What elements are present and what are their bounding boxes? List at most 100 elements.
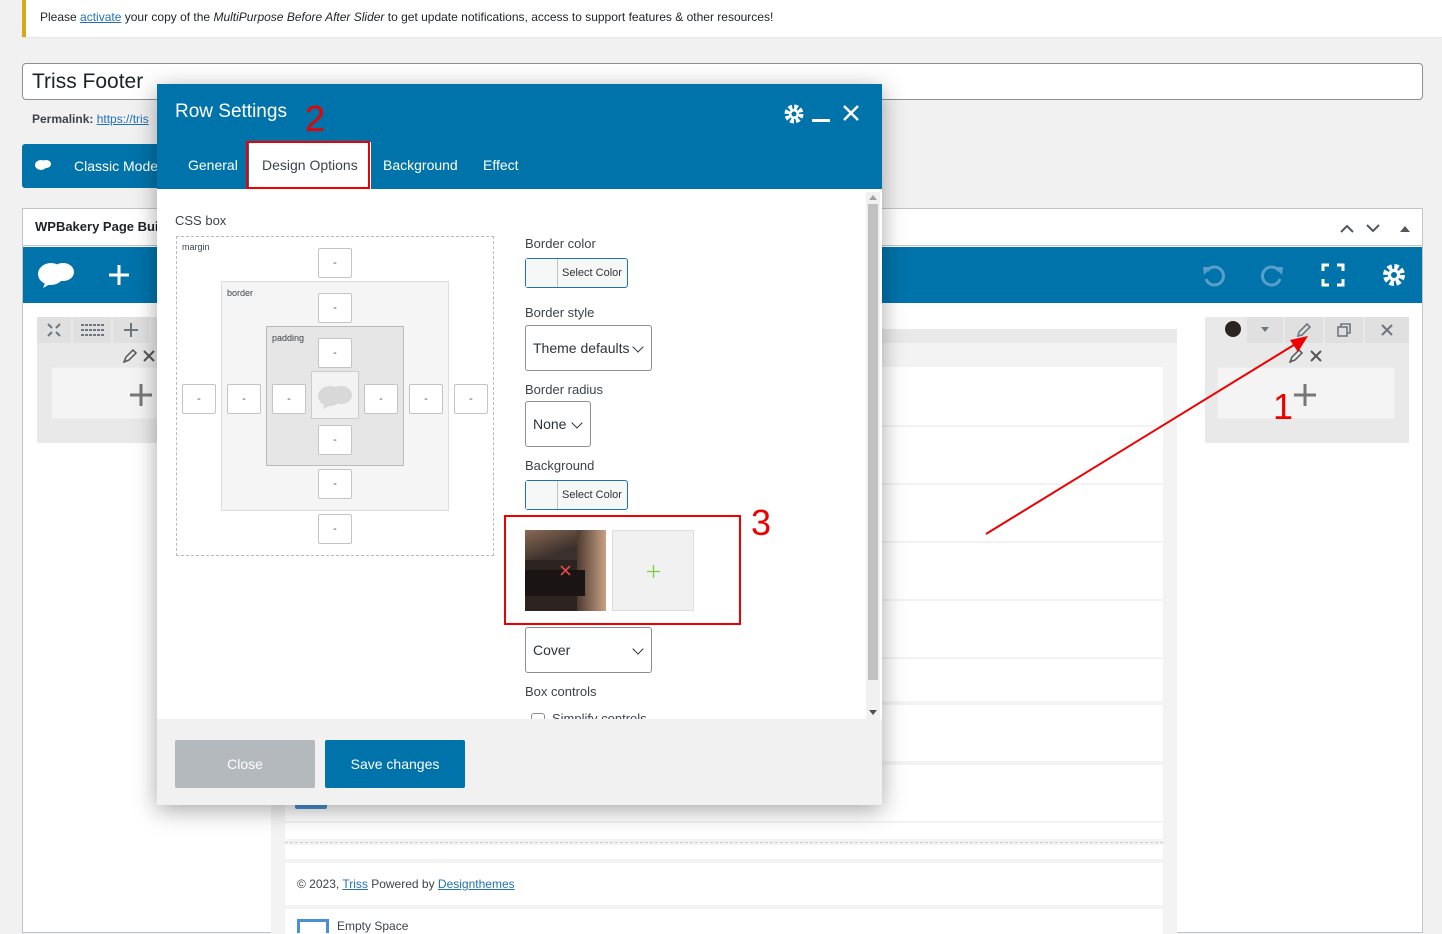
gear-icon[interactable]: [783, 103, 805, 125]
permalink: Permalink: https://tris: [32, 112, 149, 126]
row-clone-button[interactable]: [1325, 317, 1363, 343]
annotation-number-2: 2: [305, 98, 326, 139]
css-box-content: [311, 371, 359, 419]
triss-link[interactable]: Triss: [342, 877, 368, 891]
wpbakery-logo-icon: [318, 386, 352, 409]
copyright-block: © 2023, Triss Powered by Designthemes: [285, 863, 1163, 905]
classic-mode-button[interactable]: Classic Mode: [22, 144, 162, 188]
add-element-icon: [130, 384, 152, 406]
tab-background[interactable]: Background: [370, 142, 471, 189]
color-swatch: [526, 259, 558, 287]
padding-label: padding: [272, 333, 305, 343]
settings-gear-icon[interactable]: [1381, 262, 1407, 288]
border-color-button[interactable]: Select Color: [525, 258, 628, 288]
close-button[interactable]: Close: [175, 740, 315, 788]
undo-icon[interactable]: [1201, 263, 1225, 287]
border-left-input[interactable]: -: [227, 384, 261, 414]
scrollbar-thumb[interactable]: [868, 204, 878, 680]
padding-bottom-input[interactable]: -: [318, 425, 352, 455]
notice-product: MultiPurpose Before After Slider: [213, 10, 385, 24]
chevron-down-icon: [632, 643, 644, 655]
row-delete-button[interactable]: [1365, 317, 1409, 343]
activate-link[interactable]: activate: [80, 10, 121, 24]
modal-title: Row Settings: [175, 101, 287, 122]
simplify-controls-label: Simplify controls: [552, 711, 647, 719]
notice-middle: your copy of the: [121, 10, 214, 24]
border-radius-select[interactable]: None: [525, 401, 591, 447]
tab-general[interactable]: General: [175, 142, 251, 189]
modal-body: CSS box margin border padding - - - - - …: [157, 189, 882, 719]
layout-icon: [81, 324, 105, 336]
row-layout-button[interactable]: [73, 317, 111, 343]
margin-left-input[interactable]: -: [182, 384, 216, 414]
empty-space-label: Empty Space: [337, 919, 409, 933]
border-label: border: [227, 288, 254, 298]
content-block: [285, 823, 1163, 839]
permalink-url[interactable]: https://tris: [97, 112, 149, 126]
css-box-label: CSS box: [175, 213, 227, 228]
row-settings-modal: Row Settings General Design Options Back…: [157, 84, 882, 805]
border-top-input[interactable]: -: [318, 293, 352, 323]
chevron-down-icon: [571, 417, 583, 429]
border-style-label: Border style: [525, 305, 595, 320]
border-radius-value: None: [533, 416, 567, 432]
divider: [285, 842, 1163, 843]
padding-left-input[interactable]: -: [272, 384, 306, 414]
fullscreen-icon[interactable]: [1321, 263, 1345, 287]
move-icon: [47, 323, 61, 337]
chevron-down-icon: [632, 341, 644, 353]
notice-suffix: to get update notifications, access to s…: [384, 10, 774, 24]
clone-icon: [1337, 323, 1351, 337]
background-color-button[interactable]: Select Color: [525, 480, 628, 510]
select-color-label: Select Color: [562, 489, 622, 501]
border-radius-label: Border radius: [525, 382, 604, 397]
border-color-label: Border color: [525, 236, 596, 251]
wpbakery-logo-icon[interactable]: [37, 259, 75, 289]
row-add-column-button[interactable]: [113, 317, 149, 343]
wpbakery-panel-title: WPBakery Page Bui: [35, 219, 159, 234]
border-style-value: Theme defaults: [533, 340, 630, 356]
column-add-area[interactable]: [51, 367, 161, 419]
annotation-box-3: [504, 515, 741, 625]
select-color-label: Select Color: [562, 267, 622, 279]
annotation-number-1: 1: [1273, 386, 1294, 427]
border-bottom-input[interactable]: -: [318, 469, 352, 499]
border-style-select[interactable]: Theme defaults: [525, 325, 652, 371]
empty-space-icon: [297, 919, 329, 933]
border-right-input[interactable]: -: [409, 384, 443, 414]
tab-effect[interactable]: Effect: [470, 142, 532, 189]
wpbakery-logo-icon: [35, 160, 51, 170]
minimize-icon[interactable]: [812, 117, 830, 123]
annotation-arrow: [985, 336, 1308, 535]
row-move-button[interactable]: [37, 317, 71, 343]
margin-bottom-input[interactable]: -: [318, 514, 352, 544]
plus-icon: [124, 323, 138, 337]
add-element-icon[interactable]: [107, 263, 131, 287]
close-icon[interactable]: [843, 105, 859, 121]
scroll-down-icon[interactable]: [869, 710, 877, 716]
notice-prefix: Please: [40, 10, 81, 24]
classic-mode-label: Classic Mode: [74, 158, 159, 174]
empty-space-block[interactable]: Empty Space: [285, 909, 1163, 934]
close-icon: [1381, 324, 1393, 336]
background-size-value: Cover: [533, 642, 571, 658]
redo-icon[interactable]: [1261, 263, 1285, 287]
copyright-prefix: © 2023,: [297, 877, 343, 891]
column-edit-controls[interactable]: [123, 349, 155, 363]
padding-top-input[interactable]: -: [318, 338, 352, 368]
background-label: Background: [525, 458, 595, 473]
margin-right-input[interactable]: -: [454, 384, 488, 414]
padding-right-input[interactable]: -: [364, 384, 398, 414]
activation-notice: Please activate your copy of the MultiPu…: [22, 0, 1442, 37]
scroll-up-icon[interactable]: [869, 194, 877, 200]
designthemes-link[interactable]: Designthemes: [438, 877, 515, 891]
margin-top-input[interactable]: -: [318, 248, 352, 278]
annotation-number-3: 3: [751, 502, 772, 543]
permalink-label: Permalink:: [32, 112, 94, 126]
box-controls-label: Box controls: [525, 684, 597, 699]
color-swatch: [526, 481, 558, 509]
content-block: [285, 845, 1163, 859]
panel-controls[interactable]: [1339, 221, 1419, 235]
background-size-select[interactable]: Cover: [525, 627, 652, 673]
save-changes-button[interactable]: Save changes: [325, 740, 465, 788]
